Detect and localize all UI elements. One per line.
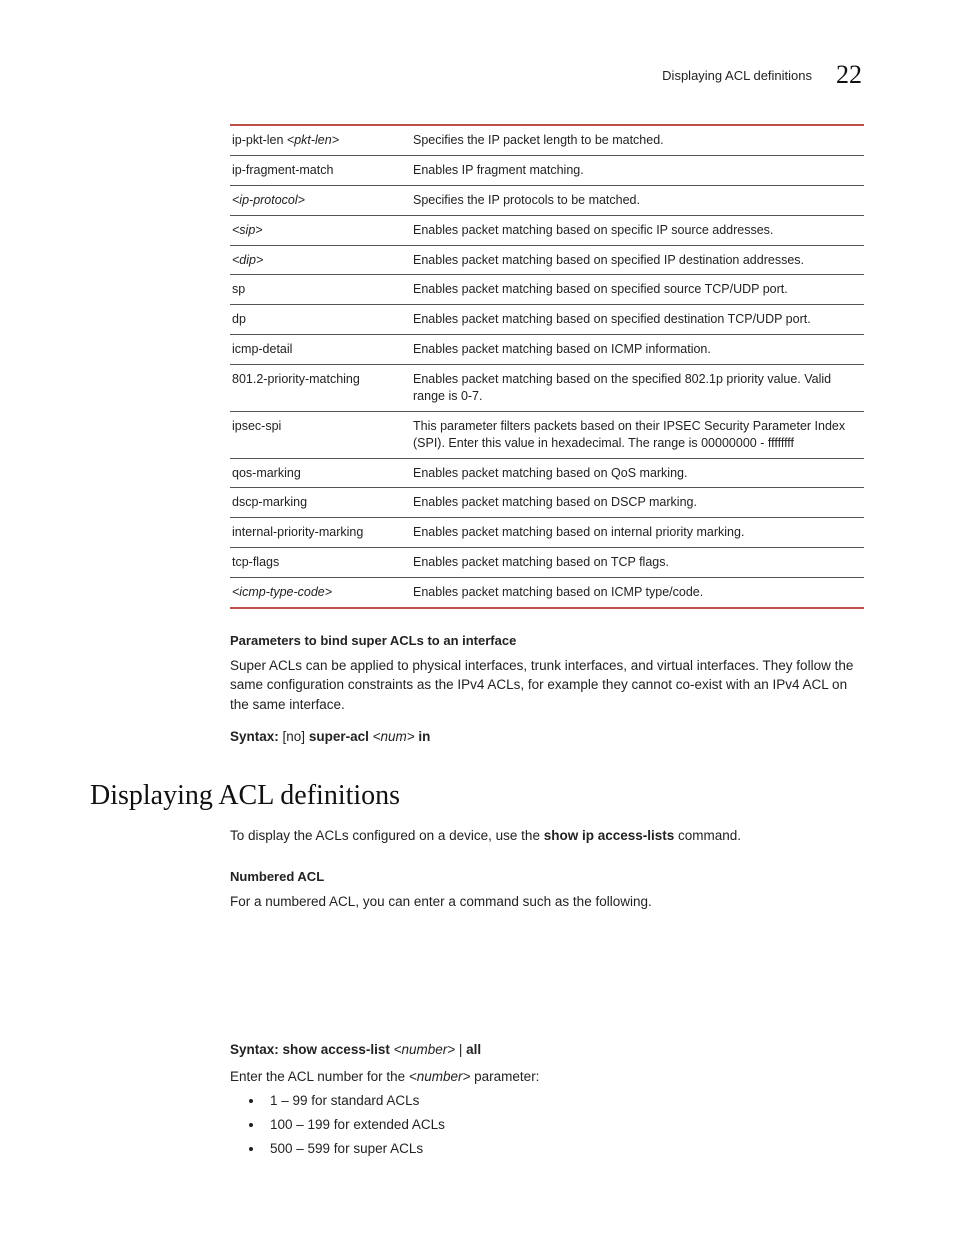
section-content: To display the ACLs configured on a devi… bbox=[90, 826, 864, 1159]
section-title: Displaying ACL definitions bbox=[90, 780, 864, 812]
syntax-line-2: Syntax: show access-list <number> | all bbox=[230, 1042, 864, 1057]
table-row: dp Enables packet matching based on speci… bbox=[230, 305, 864, 335]
table-row: qos-marking Enables packet matching based… bbox=[230, 458, 864, 488]
description-cell: Specifies the IP protocols to be matched… bbox=[411, 185, 864, 215]
param-cell: icmp-detail bbox=[230, 335, 411, 365]
table-row: icmp-detail Enables packet matching based… bbox=[230, 335, 864, 365]
description-cell: This parameter filters packets based on … bbox=[411, 411, 864, 458]
description-cell: Enables packet matching based on DSCP ma… bbox=[411, 488, 864, 518]
param-cell: <icmp-type-code> bbox=[230, 578, 411, 608]
syntax-text: [no] bbox=[279, 729, 309, 744]
syntax-text: all bbox=[466, 1042, 481, 1057]
syntax-label: Syntax: bbox=[230, 729, 279, 744]
description-cell: Enables packet matching based on specifi… bbox=[411, 305, 864, 335]
syntax-text: <number> bbox=[394, 1042, 456, 1057]
param-text: internal-priority-marking bbox=[232, 525, 363, 539]
intro-paragraph: To display the ACLs configured on a devi… bbox=[230, 826, 864, 846]
param-text: 801.2-priority-matching bbox=[232, 372, 360, 386]
description-cell: Specifies the IP packet length to be mat… bbox=[411, 125, 864, 155]
syntax-label: Syntax: bbox=[230, 1042, 279, 1057]
header-title: Displaying ACL definitions bbox=[662, 68, 812, 83]
param-cell: <ip-protocol> bbox=[230, 185, 411, 215]
description-cell: Enables packet matching based on TCP fla… bbox=[411, 548, 864, 578]
syntax-text: super-acl bbox=[309, 729, 373, 744]
description-cell: Enables packet matching based on ICMP ty… bbox=[411, 578, 864, 608]
table-row: 801.2-priority-matching Enables packet ma… bbox=[230, 365, 864, 412]
table-row: <sip> Enables packet matching based on sp… bbox=[230, 215, 864, 245]
param-cell: qos-marking bbox=[230, 458, 411, 488]
description-cell: Enables packet matching based on ICMP in… bbox=[411, 335, 864, 365]
syntax-text: show access-list bbox=[279, 1042, 394, 1057]
description-cell: Enables packet matching based on specifi… bbox=[411, 245, 864, 275]
param-cell: <sip> bbox=[230, 215, 411, 245]
param-italic: <ip-protocol> bbox=[232, 193, 305, 207]
parameter-table: ip-pkt-len <pkt-len>Specifies the IP pac… bbox=[230, 124, 864, 609]
param-italic: <sip> bbox=[232, 223, 263, 237]
text: command. bbox=[674, 828, 741, 843]
param-cell: internal-priority-marking bbox=[230, 518, 411, 548]
table-row: dscp-marking Enables packet matching base… bbox=[230, 488, 864, 518]
text: parameter: bbox=[470, 1069, 539, 1084]
table-row: <dip> Enables packet matching based on sp… bbox=[230, 245, 864, 275]
param-italic: <dip> bbox=[232, 253, 263, 267]
table-row: ipsec-spi This parameter filters packets … bbox=[230, 411, 864, 458]
text: <number> bbox=[409, 1069, 471, 1084]
param-italic: <icmp-type-code> bbox=[232, 585, 332, 599]
param-text: ipsec-spi bbox=[232, 419, 281, 433]
description-cell: Enables packet matching based on specifi… bbox=[411, 215, 864, 245]
description-cell: Enables packet matching based on interna… bbox=[411, 518, 864, 548]
param-text: qos-marking bbox=[232, 466, 301, 480]
syntax-text: <num> bbox=[373, 729, 415, 744]
enter-paragraph: Enter the ACL number for the <number> pa… bbox=[230, 1067, 864, 1087]
syntax-line-1: Syntax: [no] super-acl <num> in bbox=[230, 729, 864, 744]
param-text: icmp-detail bbox=[232, 342, 292, 356]
description-cell: Enables packet matching based on specifi… bbox=[411, 275, 864, 305]
numbered-acl-para: For a numbered ACL, you can enter a comm… bbox=[230, 892, 864, 912]
param-cell: ip-pkt-len <pkt-len> bbox=[230, 125, 411, 155]
param-text: dscp-marking bbox=[232, 495, 307, 509]
param-cell: dp bbox=[230, 305, 411, 335]
param-text: tcp-flags bbox=[232, 555, 279, 569]
syntax-text: in bbox=[415, 729, 431, 744]
table-row: ip-fragment-match Enables IP fragment mat… bbox=[230, 155, 864, 185]
section-heading-bind: Parameters to bind super ACLs to an inte… bbox=[230, 633, 864, 648]
param-cell: dscp-marking bbox=[230, 488, 411, 518]
section-paragraph: Super ACLs can be applied to physical in… bbox=[230, 656, 864, 715]
param-cell: sp bbox=[230, 275, 411, 305]
table-row: ip-pkt-len <pkt-len>Specifies the IP pac… bbox=[230, 125, 864, 155]
numbered-acl-heading: Numbered ACL bbox=[230, 869, 864, 884]
table-row: internal-priority-marking Enables packet … bbox=[230, 518, 864, 548]
param-text: dp bbox=[232, 312, 246, 326]
text: Enter the ACL number for the bbox=[230, 1069, 409, 1084]
table-row: sp Enables packet matching based on speci… bbox=[230, 275, 864, 305]
table-row: <ip-protocol> Specifies the IP protocols … bbox=[230, 185, 864, 215]
description-cell: Enables packet matching based on QoS mar… bbox=[411, 458, 864, 488]
param-cell: ipsec-spi bbox=[230, 411, 411, 458]
list-item: 500 – 599 for super ACLs bbox=[264, 1140, 864, 1159]
list-item: 100 – 199 for extended ACLs bbox=[264, 1116, 864, 1135]
param-cell: ip-fragment-match bbox=[230, 155, 411, 185]
page: Displaying ACL definitions 22 ip-pkt-len… bbox=[0, 0, 954, 1235]
table-row: tcp-flags Enables packet matching based o… bbox=[230, 548, 864, 578]
command-name: show ip access-lists bbox=[544, 828, 675, 843]
param-cell: <dip> bbox=[230, 245, 411, 275]
param-cell: 801.2-priority-matching bbox=[230, 365, 411, 412]
table-row: <icmp-type-code> Enables packet matching … bbox=[230, 578, 864, 608]
list-item: 1 – 99 for standard ACLs bbox=[264, 1092, 864, 1111]
param-text: ip-pkt-len bbox=[232, 133, 287, 147]
param-text: ip-fragment-match bbox=[232, 163, 333, 177]
acl-number-list: 1 – 99 for standard ACLs 100 – 199 for e… bbox=[230, 1092, 864, 1159]
param-cell: tcp-flags bbox=[230, 548, 411, 578]
description-cell: Enables packet matching based on the spe… bbox=[411, 365, 864, 412]
spacer bbox=[230, 918, 864, 1028]
syntax-text: | bbox=[455, 1042, 466, 1057]
chapter-number: 22 bbox=[836, 60, 862, 90]
page-header: Displaying ACL definitions 22 bbox=[90, 60, 864, 90]
main-content: ip-pkt-len <pkt-len>Specifies the IP pac… bbox=[90, 124, 864, 744]
param-italic: <pkt-len> bbox=[287, 133, 339, 147]
description-cell: Enables IP fragment matching. bbox=[411, 155, 864, 185]
param-text: sp bbox=[232, 282, 245, 296]
text: To display the ACLs configured on a devi… bbox=[230, 828, 544, 843]
